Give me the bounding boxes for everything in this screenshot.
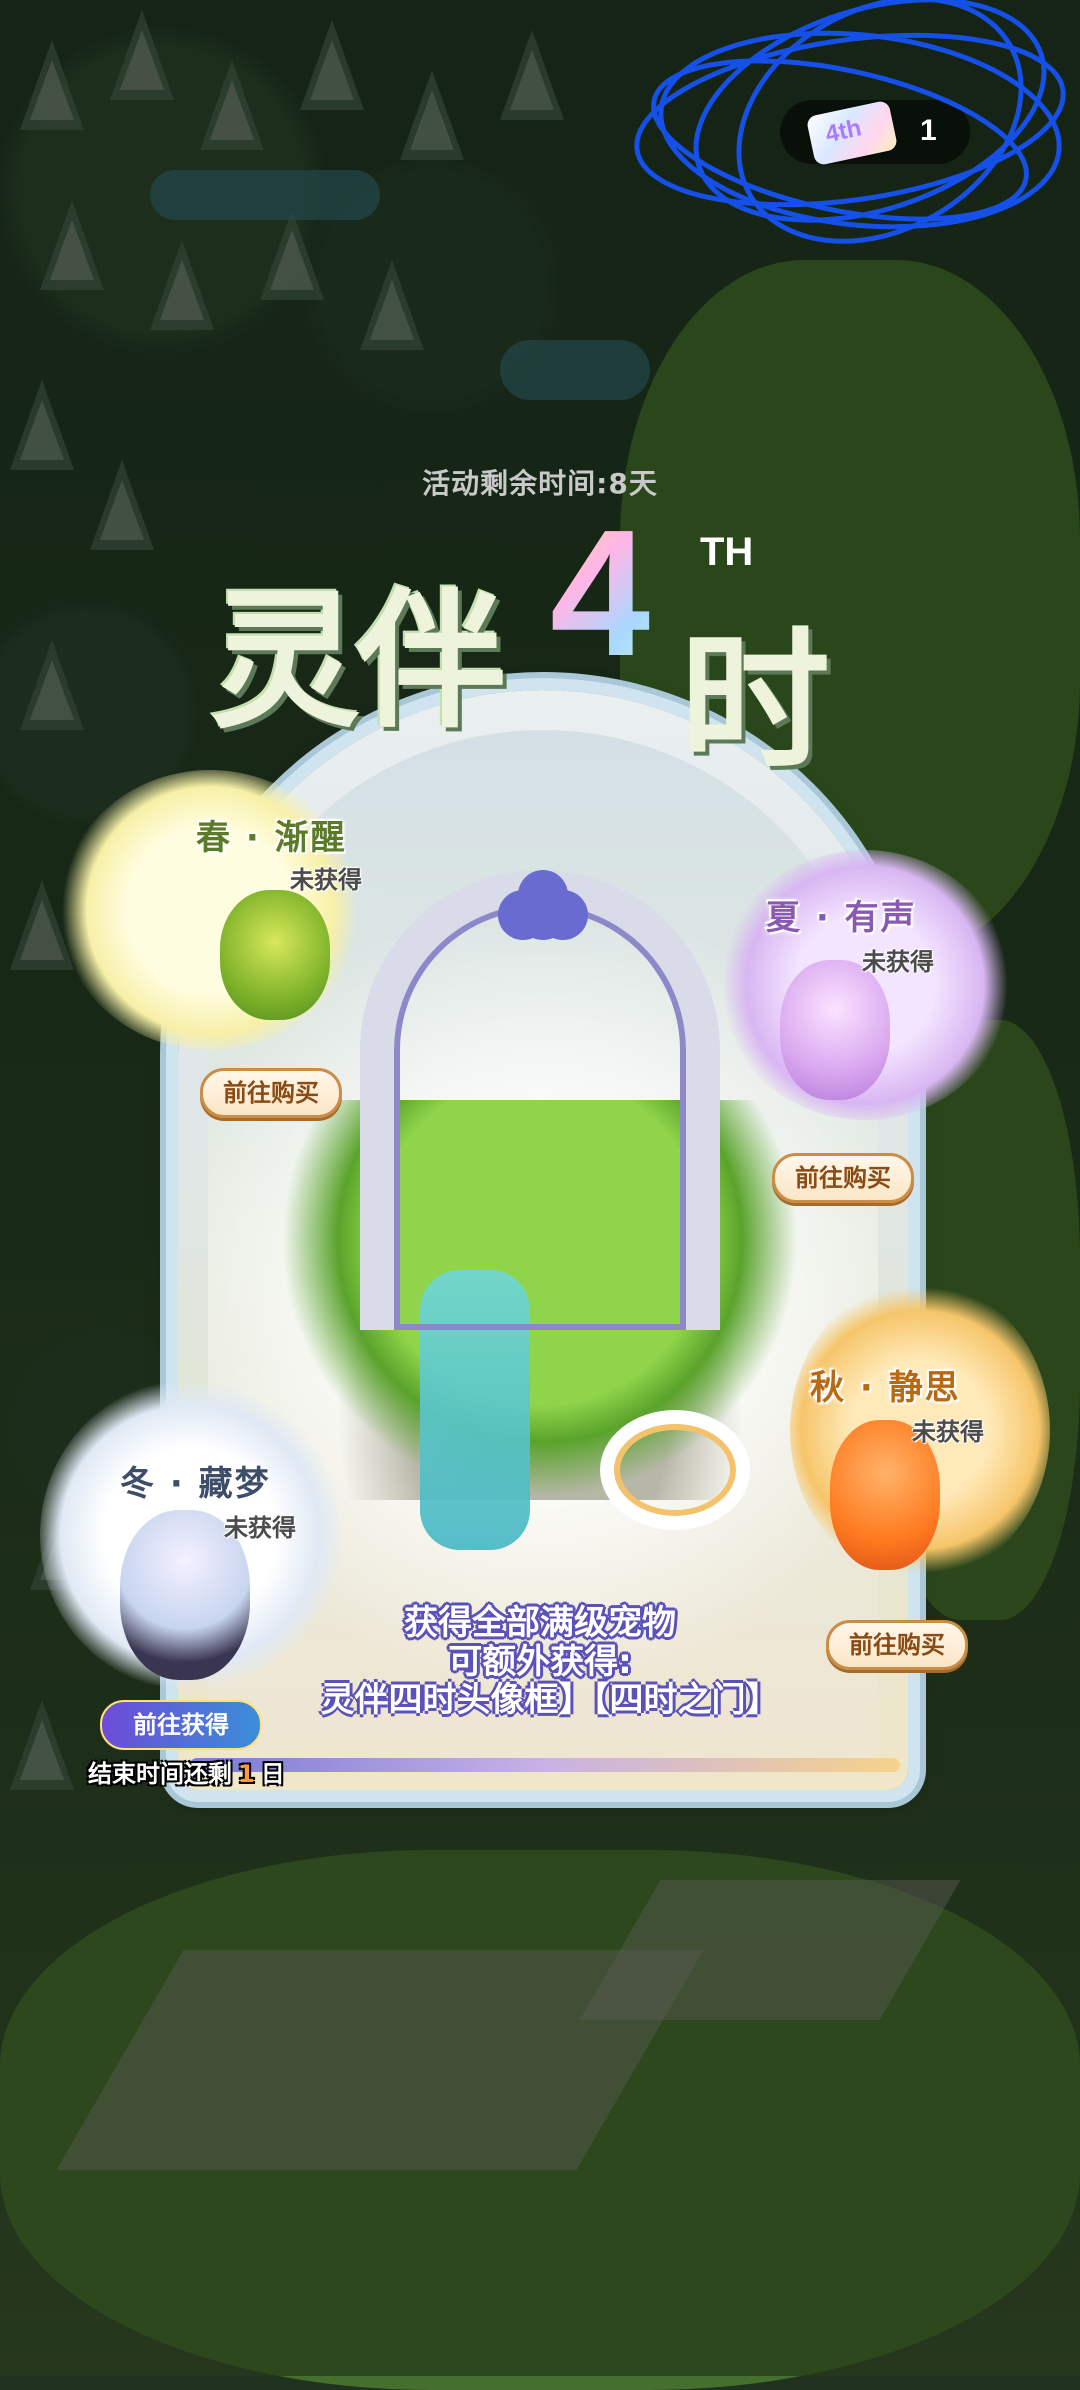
spring-buy-button[interactable]: 前往购买 bbox=[200, 1068, 342, 1118]
end-countdown-number: 1 bbox=[238, 1760, 255, 1788]
ticket-count: 1 bbox=[920, 114, 937, 147]
anniversary-ticket-icon: 4th bbox=[805, 99, 899, 167]
end-countdown-prefix: 结束时间还剩 bbox=[88, 1760, 232, 1788]
winter-go-get-button[interactable]: 前往获得 bbox=[100, 1700, 262, 1750]
avatar-frame-wreath-icon bbox=[600, 1410, 750, 1530]
reward-items: 灵伴四时头像框】【四时之门】 bbox=[320, 1680, 780, 1720]
summer-pet-name: 夏 · 有声 bbox=[766, 898, 917, 938]
end-countdown-suffix: 日 bbox=[260, 1760, 285, 1788]
spring-pet-status: 未获得 bbox=[290, 866, 362, 894]
event-remaining-time: 活动剩余时间:8天 bbox=[422, 467, 658, 500]
logo-number: 4 bbox=[550, 490, 650, 697]
end-countdown: 结束时间还剩 1 日 bbox=[88, 1754, 285, 1789]
autumn-pet-status: 未获得 bbox=[912, 1418, 984, 1446]
summer-buy-button[interactable]: 前往购买 bbox=[772, 1153, 914, 1203]
spring-pet-icon bbox=[220, 890, 330, 1020]
event-logo: 灵伴 4 TH 时 bbox=[170, 493, 930, 789]
logo-text-part1: 灵伴 bbox=[210, 573, 506, 749]
event-progress-bar bbox=[190, 1758, 900, 1772]
autumn-pet-name: 秋 · 静思 bbox=[810, 1368, 961, 1408]
summer-pet-status: 未获得 bbox=[862, 948, 934, 976]
spring-pet-name: 春 · 渐醒 bbox=[196, 818, 347, 858]
ticket-counter[interactable]: 4th 1 bbox=[780, 99, 970, 167]
logo-text-part2: 时 bbox=[680, 613, 831, 789]
winter-pet-name: 冬 · 藏梦 bbox=[120, 1464, 271, 1504]
logo-suffix: TH bbox=[700, 530, 754, 574]
winter-pet-status: 未获得 bbox=[224, 1514, 296, 1542]
ticket-label: 4th bbox=[823, 114, 864, 149]
summer-pet-icon bbox=[780, 960, 890, 1100]
club-gem-icon bbox=[518, 890, 568, 940]
